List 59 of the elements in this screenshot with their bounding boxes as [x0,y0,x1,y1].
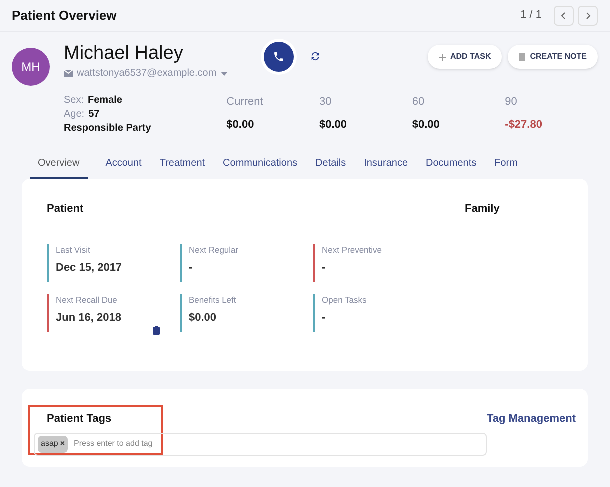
field-label: Sex: [64,94,84,108]
tag-text-input[interactable]: Press enter to add tag [74,438,483,450]
stat-value: - [322,261,327,276]
plus-icon [438,54,446,60]
tab[interactable]: Communications [223,156,298,179]
tab[interactable]: Account [106,156,142,179]
clipboard-icon[interactable] [153,326,160,334]
tab[interactable]: Documents [426,156,477,179]
balance-amount: $0.00 [412,118,441,132]
caret-icon[interactable] [220,72,228,76]
balance-amount: $0.00 [320,118,348,132]
stat-label: Next Preventive [322,244,382,256]
balance-amount: $0.00 [226,118,256,132]
tab[interactable]: Treatment [160,156,206,179]
stat-label: Next Recall Due [56,294,118,306]
field-label: Age: [64,108,85,122]
tab[interactable]: Details [316,156,346,179]
tab[interactable]: Form [494,156,518,179]
patient-email: wattstonya6537@example.com [77,67,217,81]
remove-tag-button[interactable]: × [60,438,66,450]
call-button[interactable] [264,42,294,72]
stat-label: Open Tasks [322,294,367,306]
responsible-party: Responsible Party [64,122,152,136]
page-title: Patient Overview [12,6,117,25]
phone-icon [273,51,285,63]
stat-label: Last Visit [56,244,92,256]
stat-value: Jun 16, 2018 [56,311,122,326]
next-button[interactable] [578,6,598,26]
section-heading: Patient Tags [47,412,113,427]
stat-value: - [189,261,194,276]
balance-label: 90 [505,95,518,110]
add-task-button[interactable]: ADD TASK [428,45,502,69]
previous-button[interactable] [554,6,574,26]
balance-label: 30 [320,95,333,110]
tag-label: asap [41,438,58,450]
section-heading: Patient [47,202,85,217]
avatar: MH [12,48,50,86]
balance-amount: -$27.80 [505,118,544,132]
chevron-right-icon [584,12,592,20]
section-heading: Family [465,202,500,217]
refresh-icon[interactable] [310,51,321,62]
stat-value: $0.00 [189,311,218,326]
tag-input-field[interactable]: asap × Press enter to add tag [34,432,487,456]
stat-label: Next Regular [189,244,239,256]
stat-label: Benefits Left [189,294,236,306]
note-icon [519,53,526,61]
field-value: Female [88,94,122,108]
envelope-icon [64,70,73,77]
balance-label: 60 [412,95,426,110]
pager-count: 1 / 1 [520,8,542,24]
create-note-button[interactable]: CREATE NOTE [508,45,598,69]
field-value: 57 [88,108,100,122]
patient-name: Michael Haley [64,42,184,66]
tab[interactable]: Insurance [364,156,408,179]
stat-value: - [322,311,327,326]
chevron-left-icon [560,12,568,20]
tag-management-link[interactable]: Tag Management [486,411,576,467]
balance-label: Current [226,95,264,110]
stat-value: Dec 15, 2017 [56,261,122,276]
